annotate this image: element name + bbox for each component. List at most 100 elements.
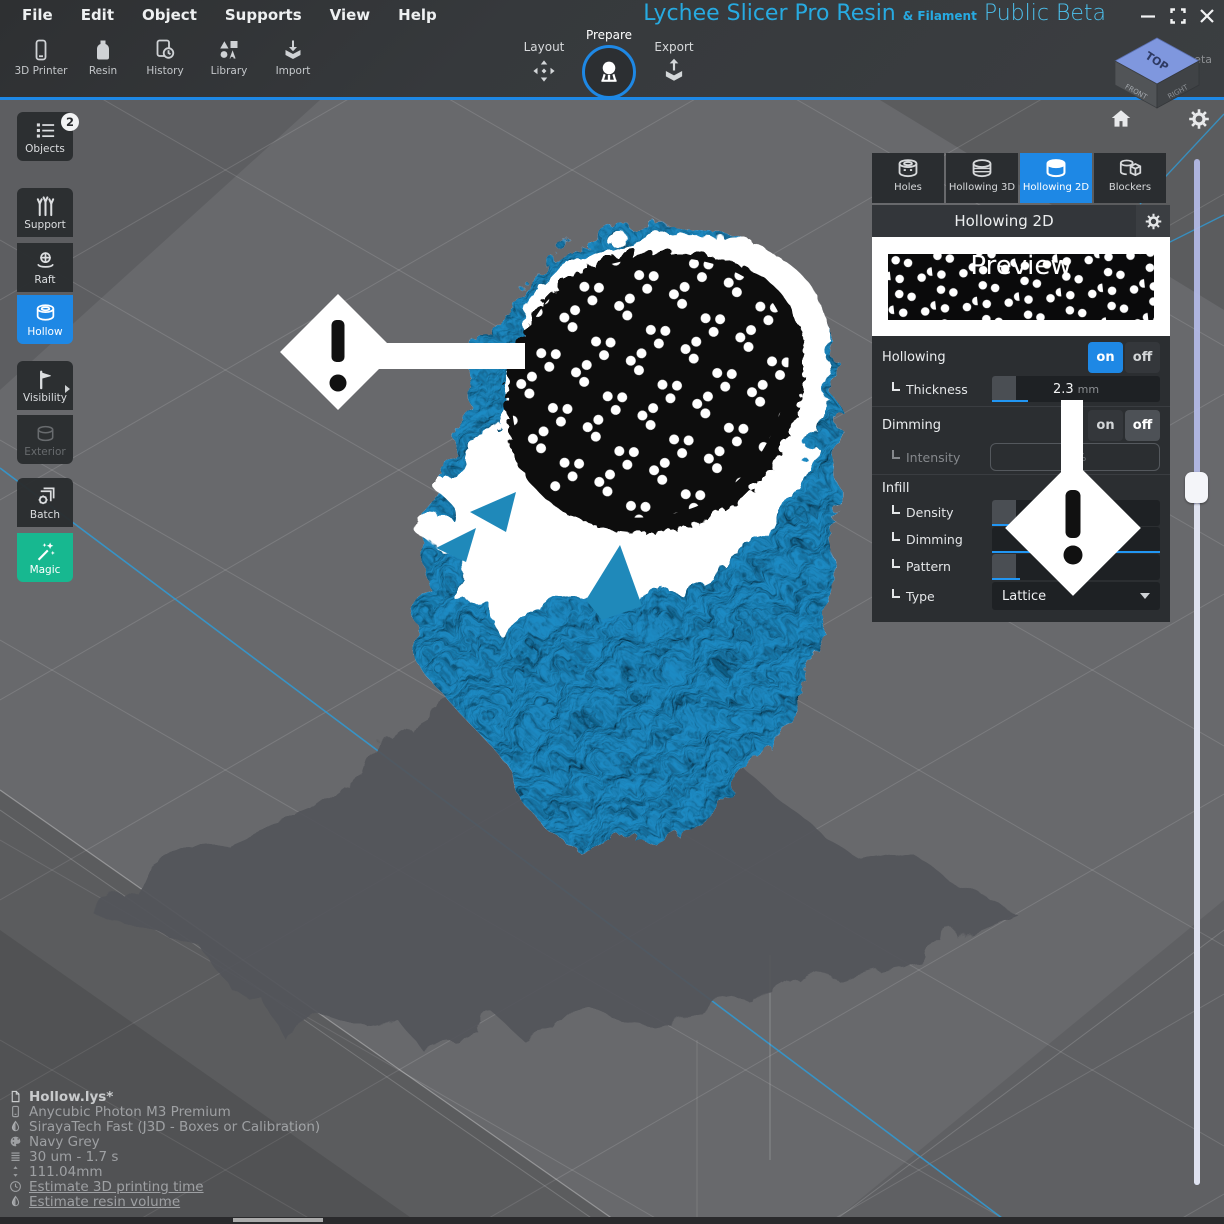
raft-icon xyxy=(34,250,57,273)
pattern-input[interactable]: mm xyxy=(992,554,1160,580)
export-mode-button[interactable] xyxy=(661,58,687,88)
clipping-slider-lower[interactable] xyxy=(1194,503,1200,1185)
infill-section-header: Infill xyxy=(872,477,1170,499)
dimming-row: Dimming on off xyxy=(872,409,1170,442)
thickness-row: Thickness 2.3 mm xyxy=(872,374,1170,404)
infill-type-value: Lattice xyxy=(1002,589,1140,604)
status-layer: 30 um - 1.7 s xyxy=(9,1149,320,1164)
app-title: Lychee Slicer Pro Resin xyxy=(643,1,895,26)
menu-object[interactable]: Object xyxy=(128,2,211,28)
prepare-mode-label: Prepare xyxy=(569,28,649,42)
export-icon xyxy=(661,58,687,84)
sidebar-item-magic[interactable]: Magic xyxy=(17,533,73,582)
hollowing-3d-icon xyxy=(969,156,995,182)
sidebar-item-raft[interactable]: Raft xyxy=(17,243,73,292)
sidebar-item-hollow[interactable]: Hollow xyxy=(17,295,73,344)
holes-cylinder-icon xyxy=(895,156,921,182)
menu-supports[interactable]: Supports xyxy=(211,2,316,28)
printer-button[interactable]: 3D Printer xyxy=(8,38,74,77)
hollowing-row: Hollowing on off xyxy=(872,341,1170,374)
sidebar-item-support[interactable]: Support xyxy=(17,188,73,237)
layout-mode-button[interactable] xyxy=(531,58,557,88)
intensity-label: Intensity xyxy=(892,450,960,465)
hollow-cylinder-icon xyxy=(34,302,57,325)
menu-edit[interactable]: Edit xyxy=(67,2,128,28)
type-label: Type xyxy=(892,589,935,604)
printer-icon xyxy=(9,1105,22,1118)
menu-file[interactable]: File xyxy=(8,2,67,28)
import-button[interactable]: Import xyxy=(260,38,326,77)
tree-corner-icon xyxy=(892,589,900,598)
thickness-input[interactable]: 2.3 mm xyxy=(992,376,1160,402)
batch-gears-icon xyxy=(34,485,57,508)
move-arrows-icon xyxy=(531,58,557,84)
clipping-slider-thumb[interactable] xyxy=(1185,472,1208,503)
tree-corner-icon xyxy=(892,532,900,541)
dimming-on-button[interactable]: on xyxy=(1088,410,1123,441)
hollowing-preview[interactable]: Preview xyxy=(872,237,1170,336)
hollowing-panel: Holes Hollowing 3D Hollowing 2D Blockers… xyxy=(872,153,1170,622)
infill-type-row: Type Lattice xyxy=(872,580,1170,612)
hollowing-tabs: Holes Hollowing 3D Hollowing 2D Blockers xyxy=(872,153,1170,203)
intensity-row: Intensity 0 % xyxy=(872,442,1170,472)
visibility-flag-icon xyxy=(34,368,57,391)
resin-drop-icon xyxy=(9,1120,22,1133)
bottom-scrollbar-thumb[interactable] xyxy=(233,1218,323,1222)
status-height: 111.04mm xyxy=(9,1164,320,1179)
infill-pattern-row: Pattern mm xyxy=(872,553,1170,580)
history-button[interactable]: History xyxy=(132,38,198,77)
infill-label: Infill xyxy=(882,481,910,496)
estimate-volume-link[interactable]: Estimate resin volume xyxy=(9,1194,320,1209)
clock-icon xyxy=(9,1180,22,1193)
sidebar-item-visibility[interactable]: Visibility xyxy=(17,361,73,410)
history-icon xyxy=(153,38,177,62)
sidebar-item-batch[interactable]: Batch xyxy=(17,478,73,527)
resin-button[interactable]: Resin xyxy=(70,38,136,77)
hollowing-2d-icon xyxy=(1043,156,1069,182)
menu-help[interactable]: Help xyxy=(384,2,451,28)
exterior-cylinder-icon xyxy=(34,422,57,445)
pattern-slider-handle[interactable] xyxy=(992,554,1016,580)
tab-blockers[interactable]: Blockers xyxy=(1094,153,1166,203)
chevron-right-icon xyxy=(65,385,70,393)
tree-corner-icon xyxy=(892,450,900,459)
estimate-time-link[interactable]: Estimate 3D printing time xyxy=(9,1179,320,1194)
library-button[interactable]: Library xyxy=(196,38,262,77)
height-arrows-icon xyxy=(9,1165,22,1178)
tab-hollowing-3d[interactable]: Hollowing 3D xyxy=(946,153,1018,203)
infill-type-dropdown[interactable]: Lattice xyxy=(992,582,1160,610)
preview-label: Preview xyxy=(872,251,1170,281)
prepare-model-icon xyxy=(595,58,623,86)
tab-holes[interactable]: Holes xyxy=(872,153,944,203)
thickness-label: Thickness xyxy=(892,382,968,397)
bottom-scrollbar[interactable] xyxy=(0,1217,1224,1224)
blockers-icon xyxy=(1117,156,1143,182)
infill-dimming-input[interactable] xyxy=(992,527,1160,553)
view-cube[interactable]: TOP FRONT RIGHT xyxy=(1105,30,1209,115)
panel-header: Hollowing 2D xyxy=(872,205,1170,237)
menu-view[interactable]: View xyxy=(316,2,385,28)
status-resin: SirayaTech Fast (J3D - Boxes or Calibrat… xyxy=(9,1119,320,1134)
import-icon xyxy=(281,38,305,62)
sidebar-item-exterior: Exterior xyxy=(17,415,73,464)
close-button[interactable] xyxy=(1195,4,1219,28)
volume-drop-icon xyxy=(9,1195,22,1208)
density-input[interactable] xyxy=(992,500,1160,526)
maximize-button[interactable] xyxy=(1166,4,1190,28)
status-filename: Hollow.lys* xyxy=(9,1089,320,1104)
panel-settings-button[interactable] xyxy=(1136,205,1170,237)
objects-count-badge: 2 xyxy=(61,113,79,131)
menu-bar: File Edit Object Supports View Help xyxy=(8,0,451,30)
infill-density-row: Density xyxy=(872,499,1170,526)
thickness-slider-handle[interactable] xyxy=(992,376,1016,402)
infill-dimming-label: Dimming xyxy=(892,532,963,547)
prepare-mode-button[interactable] xyxy=(582,45,636,99)
layers-icon xyxy=(9,1150,22,1163)
density-slider-handle[interactable] xyxy=(992,500,1016,526)
chevron-down-icon xyxy=(1140,593,1150,599)
tab-hollowing-2d[interactable]: Hollowing 2D xyxy=(1020,153,1092,203)
hollowing-on-button[interactable]: on xyxy=(1088,342,1123,373)
dimming-off-button[interactable]: off xyxy=(1125,410,1160,441)
minimize-button[interactable] xyxy=(1136,4,1160,28)
hollowing-off-button[interactable]: off xyxy=(1125,342,1160,373)
